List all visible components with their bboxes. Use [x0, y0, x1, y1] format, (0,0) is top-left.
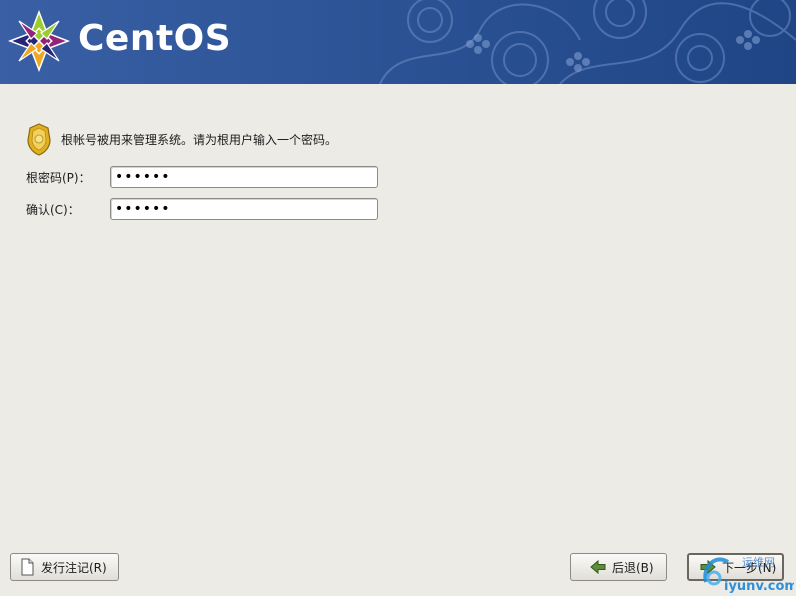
centos-logo	[8, 10, 70, 72]
document-icon	[21, 558, 34, 576]
back-label: 后退(B)	[612, 560, 654, 575]
confirm-password-input[interactable]: ••••••	[110, 198, 378, 220]
root-password-row: 根密码(P)： ••••••	[26, 165, 378, 189]
watermark-text-bottom: iyunv.com	[724, 579, 794, 594]
release-notes-label: 发行注记(R)	[41, 560, 107, 575]
shield-badge-icon	[27, 123, 51, 156]
confirm-password-row: 确认(C)： ••••••	[26, 197, 378, 221]
release-notes-button[interactable]: 发行注记(R)	[10, 553, 119, 581]
info-row: 根帐号被用来管理系统。请为根用户输入一个密码。	[26, 122, 337, 156]
arrow-left-icon	[590, 559, 606, 575]
info-message: 根帐号被用来管理系统。请为根用户输入一个密码。	[61, 132, 338, 147]
root-password-input[interactable]: ••••••	[110, 166, 378, 188]
watermark-logo: 运维网 iyunv.com	[703, 556, 794, 594]
header-banner: CentOS	[0, 0, 796, 84]
watermark-text-top: 运维网	[742, 556, 775, 569]
brand-name: CentOS	[78, 18, 232, 59]
confirm-password-label: 确认(C)：	[26, 202, 80, 217]
root-password-label: 根密码(P)：	[26, 170, 91, 185]
back-button[interactable]: 后退(B)	[570, 553, 667, 581]
